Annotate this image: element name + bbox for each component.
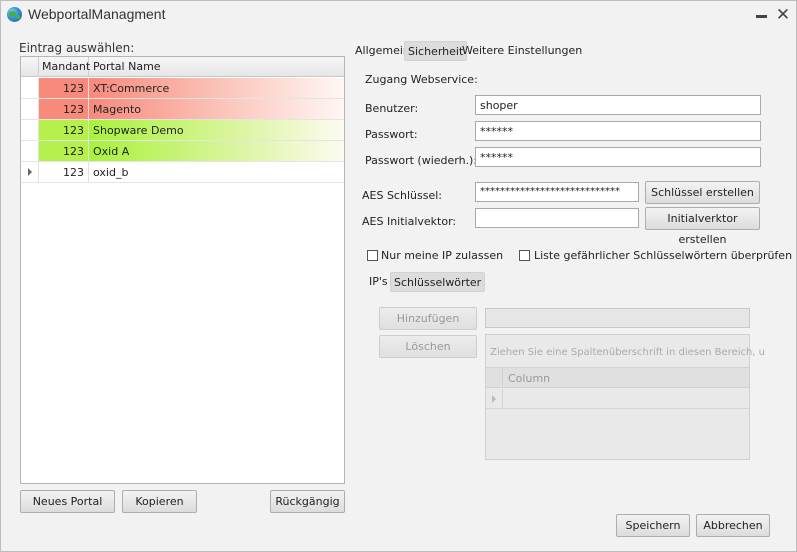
aes-key-input[interactable]: **************************** [475, 182, 639, 202]
cancel-button[interactable]: Abbrechen [696, 514, 770, 537]
aes-key-label: AES Schlüssel: [362, 189, 442, 202]
column-header-mandant[interactable]: Mandant [39, 57, 90, 77]
password-input[interactable]: ****** [475, 121, 761, 141]
copy-button[interactable]: Kopieren [122, 490, 197, 513]
minimize-button[interactable] [751, 5, 771, 25]
cell-portal-name: oxid_b [89, 162, 344, 182]
current-row-arrow-icon [28, 168, 32, 176]
check-keywords-checkbox[interactable] [519, 250, 530, 261]
cell-mandant: 123 [39, 141, 89, 161]
tab-security[interactable]: Sicherheit [404, 41, 468, 61]
column-header-portal-name[interactable]: Portal Name [89, 57, 344, 77]
create-iv-button[interactable]: Initialverktor erstellen [645, 207, 760, 246]
table-row[interactable]: 123 Oxid A [21, 141, 344, 162]
subtab-ips[interactable]: IP's [366, 272, 391, 292]
password-label: Passwort: [365, 128, 418, 141]
user-label: Benutzer: [365, 102, 419, 115]
keyword-grid-header: Column [486, 367, 749, 388]
save-button[interactable]: Speichern [616, 514, 690, 537]
row-indicator [21, 120, 39, 140]
window-title: WebportalManagment [28, 6, 166, 22]
keyword-grid-new-row[interactable] [486, 389, 749, 409]
aes-iv-label: AES Initialvektor: [362, 215, 457, 228]
check-keywords-label[interactable]: Liste gefährlicher Schlüsselwörtern über… [534, 249, 792, 262]
keyword-grid-header-indicator [486, 368, 503, 387]
tab-more-settings[interactable]: Weitere Einstellungen [459, 41, 585, 61]
row-indicator [21, 141, 39, 161]
new-row-indicator [486, 389, 503, 408]
column-header-column[interactable]: Column [508, 372, 550, 385]
close-button[interactable]: ✕ [773, 5, 793, 25]
globe-icon [7, 7, 22, 22]
entry-select-label: Eintrag auswählen: [19, 41, 135, 55]
grid-header-indicator [21, 57, 39, 77]
user-input[interactable]: shoper [475, 95, 761, 115]
main-window: WebportalManagment ✕ Eintrag auswählen: … [0, 0, 797, 552]
title-bar: WebportalManagment ✕ [1, 1, 796, 29]
table-row[interactable]: 123 XT:Commerce [21, 78, 344, 99]
password-repeat-label: Passwort (wiederh.): [365, 154, 478, 167]
aes-iv-input[interactable] [475, 208, 639, 228]
cell-portal-name: Shopware Demo [89, 120, 344, 140]
cell-portal-name: Oxid A [89, 141, 344, 161]
row-indicator [21, 99, 39, 119]
table-row[interactable]: 123 Magento [21, 99, 344, 120]
only-my-ip-checkbox[interactable] [367, 250, 378, 261]
new-portal-button[interactable]: Neues Portal [20, 490, 115, 513]
cell-mandant: 123 [39, 78, 89, 98]
row-indicator [21, 78, 39, 98]
table-row[interactable]: 123 oxid_b [21, 162, 344, 183]
cell-mandant: 123 [39, 162, 89, 182]
add-button[interactable]: Hinzufügen [379, 307, 477, 330]
subtab-keywords[interactable]: Schlüsselwörter [390, 272, 486, 292]
portal-grid[interactable]: Mandant Portal Name 123 XT:Commerce 123 … [20, 56, 345, 484]
delete-button[interactable]: Löschen [379, 335, 477, 358]
row-arrow-icon [492, 395, 496, 403]
group-panel-hint: Ziehen Sie eine Spaltenüberschrift in di… [490, 347, 766, 358]
row-indicator [21, 162, 39, 182]
table-row[interactable]: 123 Shopware Demo [21, 120, 344, 141]
only-my-ip-label[interactable]: Nur meine IP zulassen [381, 249, 503, 262]
create-key-button[interactable]: Schlüssel erstellen [645, 181, 760, 204]
webservice-access-label: Zugang Webservice: [365, 73, 478, 86]
minimize-icon [755, 15, 767, 18]
grid-header: Mandant Portal Name [21, 57, 344, 77]
keyword-input[interactable] [485, 308, 750, 328]
undo-button[interactable]: Rückgängig [270, 490, 345, 513]
keyword-grid[interactable]: Ziehen Sie eine Spaltenüberschrift in di… [485, 334, 765, 460]
close-icon: ✕ [775, 5, 791, 25]
cell-mandant: 123 [39, 120, 89, 140]
cell-portal-name: Magento [89, 99, 344, 119]
cell-mandant: 123 [39, 99, 89, 119]
password-repeat-input[interactable]: ****** [475, 147, 761, 167]
cell-portal-name: XT:Commerce [89, 78, 344, 98]
